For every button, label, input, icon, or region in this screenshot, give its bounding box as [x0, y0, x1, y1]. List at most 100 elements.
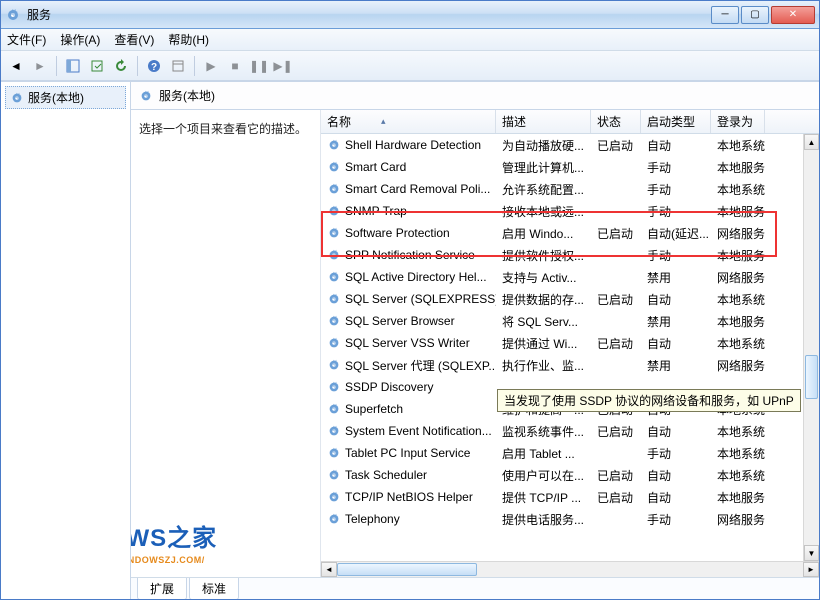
service-startup: 自动	[641, 489, 711, 506]
scroll-left-button[interactable]: ◄	[321, 562, 337, 577]
gear-icon	[327, 226, 341, 240]
horizontal-scrollbar[interactable]: ◄ ►	[321, 561, 819, 577]
service-logon: 本地系统	[711, 137, 765, 154]
service-name: SQL Server (SQLEXPRESS)	[345, 292, 496, 306]
menu-help[interactable]: 帮助(H)	[168, 31, 209, 48]
service-logon: 本地系统	[711, 291, 765, 308]
tab-extended[interactable]: 扩展	[137, 578, 187, 599]
col-logon[interactable]: 登录为	[711, 110, 765, 133]
service-row[interactable]: Shell Hardware Detection为自动播放硬...已启动自动本地…	[321, 134, 803, 156]
service-row[interactable]: SQL Server 代理 (SQLEXP...执行作业、监...禁用网络服务	[321, 354, 803, 376]
gear-icon	[327, 468, 341, 482]
menu-view[interactable]: 查看(V)	[114, 31, 154, 48]
start-button[interactable]: ▶	[200, 55, 222, 77]
properties-button[interactable]	[167, 55, 189, 77]
show-hide-tree-button[interactable]	[62, 55, 84, 77]
service-row[interactable]: TCP/IP NetBIOS Helper提供 TCP/IP ...已启动自动本…	[321, 486, 803, 508]
scroll-thumb[interactable]	[805, 355, 818, 399]
toolbar: ◄ ► ? ▶ ■ ❚❚ ▶❚	[1, 51, 819, 81]
forward-button[interactable]: ►	[29, 55, 51, 77]
service-row[interactable]: Smart Card管理此计算机...手动本地服务	[321, 156, 803, 178]
service-status: 已启动	[591, 467, 641, 484]
services-window: 服务 ─ ▢ ✕ 文件(F) 操作(A) 查看(V) 帮助(H) ◄ ► ? ▶…	[0, 0, 820, 600]
service-startup: 手动	[641, 247, 711, 264]
scroll-thumb-h[interactable]	[337, 563, 477, 576]
scroll-up-button[interactable]: ▲	[804, 134, 819, 150]
gear-icon	[327, 402, 341, 416]
service-name: Software Protection	[345, 226, 450, 240]
maximize-button[interactable]: ▢	[741, 6, 769, 24]
vertical-scrollbar[interactable]: ▲ ▼	[803, 134, 819, 561]
tree-root-node[interactable]: 服务(本地)	[5, 86, 126, 109]
export-button[interactable]	[86, 55, 108, 77]
service-row[interactable]: SPP Notification Service提供软件授权...手动本地服务	[321, 244, 803, 266]
gear-icon	[327, 380, 341, 394]
service-row[interactable]: SQL Active Directory Hel...支持与 Activ...禁…	[321, 266, 803, 288]
menu-file[interactable]: 文件(F)	[7, 31, 46, 48]
service-startup: 自动	[641, 467, 711, 484]
service-startup: 自动	[641, 335, 711, 352]
service-startup: 自动	[641, 423, 711, 440]
gear-icon	[327, 292, 341, 306]
service-name: Smart Card Removal Poli...	[345, 182, 490, 196]
service-row[interactable]: SNMP Trap接收本地或远...手动本地服务	[321, 200, 803, 222]
service-row[interactable]: Telephony提供电话服务...手动网络服务	[321, 508, 803, 530]
col-name[interactable]: 名称▴	[321, 110, 496, 133]
service-row[interactable]: Task Scheduler使用户可以在...已启动自动本地系统	[321, 464, 803, 486]
service-name: Telephony	[345, 512, 400, 526]
gear-icon	[327, 204, 341, 218]
service-startup: 自动	[641, 137, 711, 154]
service-logon: 本地系统	[711, 181, 765, 198]
list-rows: 当发现了使用 SSDP 协议的网络设备和服务，如 UPnP Shell Hard…	[321, 134, 803, 561]
stop-button[interactable]: ■	[224, 55, 246, 77]
service-startup: 自动(延迟...	[641, 225, 711, 242]
list-header: 名称▴ 描述 状态 启动类型 登录为	[321, 110, 819, 134]
service-desc: 提供数据的存...	[496, 291, 591, 308]
service-logon: 网络服务	[711, 269, 765, 286]
service-startup: 禁用	[641, 269, 711, 286]
restart-button[interactable]: ▶❚	[272, 55, 294, 77]
service-logon: 本地服务	[711, 203, 765, 220]
refresh-button[interactable]	[110, 55, 132, 77]
service-desc: 允许系统配置...	[496, 181, 591, 198]
service-name: SSDP Discovery	[345, 380, 433, 394]
service-row[interactable]: Software Protection启用 Windo...已启动自动(延迟..…	[321, 222, 803, 244]
col-status[interactable]: 状态	[591, 110, 641, 133]
sort-asc-icon: ▴	[381, 116, 386, 127]
service-logon: 本地服务	[711, 159, 765, 176]
menu-action[interactable]: 操作(A)	[60, 31, 100, 48]
service-desc: 执行作业、监...	[496, 357, 591, 374]
service-startup: 手动	[641, 159, 711, 176]
tab-standard[interactable]: 标准	[189, 578, 239, 599]
scroll-right-button[interactable]: ►	[803, 562, 819, 577]
service-desc: 管理此计算机...	[496, 159, 591, 176]
service-row[interactable]: SQL Server (SQLEXPRESS)提供数据的存...已启动自动本地系…	[321, 288, 803, 310]
pause-button[interactable]: ❚❚	[248, 55, 270, 77]
tree-root-label: 服务(本地)	[28, 89, 84, 106]
help-button[interactable]: ?	[143, 55, 165, 77]
service-logon: 本地系统	[711, 335, 765, 352]
service-row[interactable]: System Event Notification...监视系统事件...已启动…	[321, 420, 803, 442]
service-logon: 网络服务	[711, 511, 765, 528]
service-logon: 本地系统	[711, 467, 765, 484]
minimize-button[interactable]: ─	[711, 6, 739, 24]
col-desc[interactable]: 描述	[496, 110, 591, 133]
back-button[interactable]: ◄	[5, 55, 27, 77]
service-startup: 手动	[641, 445, 711, 462]
panel-header: 服务(本地)	[131, 82, 819, 110]
service-row[interactable]: SQL Server Browser将 SQL Serv...禁用本地服务	[321, 310, 803, 332]
service-row[interactable]: Smart Card Removal Poli... 允许系统配置... 手动本地系…	[321, 178, 803, 200]
titlebar[interactable]: 服务 ─ ▢ ✕	[1, 1, 819, 29]
menubar: 文件(F) 操作(A) 查看(V) 帮助(H)	[1, 29, 819, 51]
service-name: SPP Notification Service	[345, 248, 475, 262]
window-title: 服务	[27, 6, 709, 23]
scroll-down-button[interactable]: ▼	[804, 545, 819, 561]
service-row[interactable]: SQL Server VSS Writer提供通过 Wi...已启动自动本地系统	[321, 332, 803, 354]
col-startup[interactable]: 启动类型	[641, 110, 711, 133]
close-button[interactable]: ✕	[771, 6, 815, 24]
service-row[interactable]: Tablet PC Input Service启用 Tablet ...手动本地…	[321, 442, 803, 464]
tooltip: 当发现了使用 SSDP 协议的网络设备和服务，如 UPnP	[497, 389, 801, 412]
service-startup: 手动	[641, 181, 711, 198]
service-startup: 禁用	[641, 357, 711, 374]
gear-icon	[10, 91, 24, 105]
